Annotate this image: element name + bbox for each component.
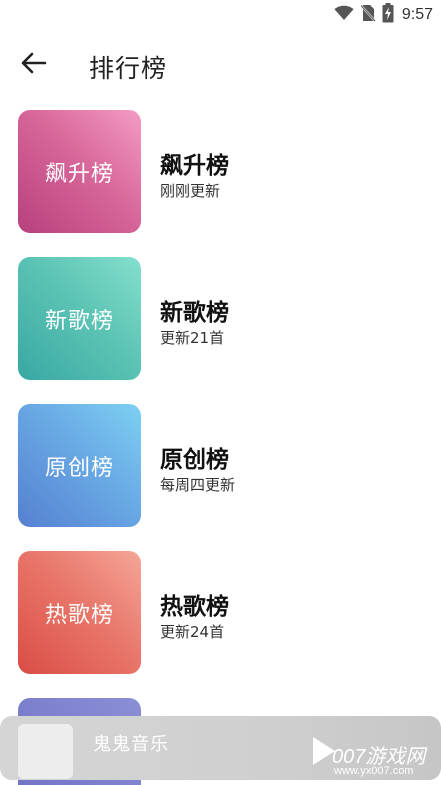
status-time: 9:57 <box>401 6 433 23</box>
chart-item-original[interactable]: 原创榜 原创榜 每周四更新 <box>0 404 441 528</box>
chart-name: 飙升榜 <box>160 153 229 179</box>
chart-name: 原创榜 <box>160 447 229 473</box>
chart-cover: 新歌榜 <box>18 257 141 380</box>
status-icons: 9:57 <box>334 3 433 27</box>
chart-cover-text: 原创榜 <box>44 455 114 481</box>
watermark: 007游戏网 www.yx007.com <box>330 738 438 778</box>
chart-update-info: 更新24首 <box>160 623 225 641</box>
app-bar: 排行榜 <box>0 36 441 94</box>
no-sim-icon <box>360 4 376 26</box>
status-bar: 9:57 <box>0 0 441 30</box>
chart-cover-text: 新歌榜 <box>44 308 114 334</box>
chart-cover-text: 飙升榜 <box>44 161 114 187</box>
chart-item-hot-songs[interactable]: 热歌榜 热歌榜 更新24首 <box>0 551 441 675</box>
chart-name: 新歌榜 <box>160 300 229 326</box>
chart-cover-text: 热歌榜 <box>44 602 114 628</box>
back-button[interactable] <box>14 47 52 83</box>
battery-charging-icon <box>382 3 394 27</box>
chart-update-info: 更新21首 <box>160 329 225 347</box>
chart-cover: 飙升榜 <box>18 110 141 233</box>
player-title: 鬼鬼音乐 <box>93 734 169 755</box>
album-art <box>18 724 73 779</box>
chart-cover: 原创榜 <box>18 404 141 527</box>
wifi-icon <box>334 5 354 25</box>
chart-item-new-songs[interactable]: 新歌榜 新歌榜 更新21首 <box>0 257 441 381</box>
arrow-left-icon <box>19 51 47 79</box>
chart-item-soaring[interactable]: 飙升榜 飙升榜 刚刚更新 <box>0 110 441 234</box>
chart-update-info: 刚刚更新 <box>160 182 221 200</box>
page-title: 排行榜 <box>89 54 168 83</box>
chart-cover: 热歌榜 <box>18 551 141 674</box>
watermark-url: www.yx007.com <box>334 765 414 777</box>
chart-name: 热歌榜 <box>160 594 229 620</box>
chart-update-info: 每周四更新 <box>160 476 236 494</box>
